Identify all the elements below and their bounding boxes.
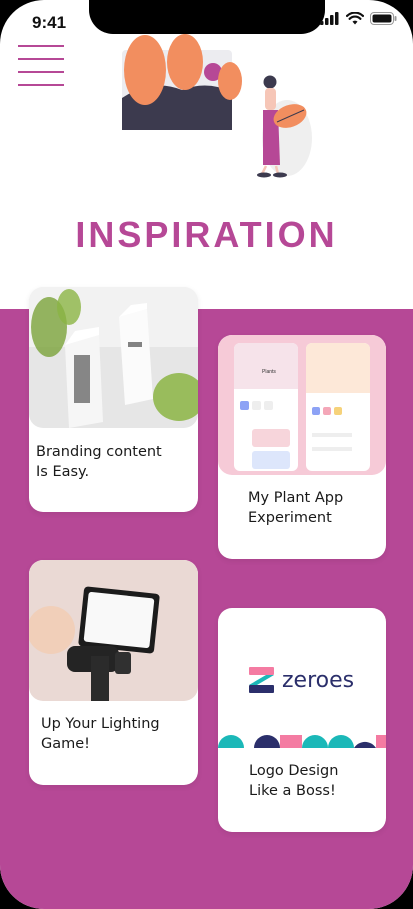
menu-line-icon (18, 71, 64, 73)
card-label: Branding content Is Easy. (36, 444, 162, 480)
wifi-icon (346, 12, 364, 25)
card-label: Up Your Lighting Game! (41, 716, 160, 752)
zeroes-logo: zeroes (249, 667, 354, 693)
card-image (29, 287, 198, 428)
cellular-signal-icon (320, 12, 339, 25)
logo-pattern-strip (218, 735, 386, 748)
phone-screen: 9:41 INSPIRATION Branding content Is Eas… (0, 0, 413, 909)
app-screen-left: Plants (234, 343, 298, 471)
app-screen-right (306, 343, 370, 471)
card-lighting[interactable]: Up Your Lighting Game! (29, 560, 198, 785)
menu-line-icon (18, 84, 64, 86)
card-image (29, 560, 198, 701)
battery-icon (370, 12, 397, 25)
card-label: My Plant App Experiment (248, 490, 344, 526)
card-plant-app[interactable]: Plants My Plant App Experiment (218, 335, 386, 559)
hero-illustration (122, 34, 312, 178)
card-logo-design[interactable]: zeroes Logo Design Like a Boss! (218, 608, 386, 832)
page-title: INSPIRATION (75, 214, 338, 255)
card-label: Logo Design Like a Boss! (249, 763, 339, 799)
status-time: 9:41 (32, 13, 67, 32)
menu-line-icon (18, 58, 64, 60)
menu-line-icon (18, 45, 64, 47)
hamburger-menu-button[interactable] (18, 45, 64, 87)
card-branding[interactable]: Branding content Is Easy. (29, 287, 198, 512)
card-image: Plants (218, 335, 386, 475)
zeroes-logo-text: zeroes (282, 667, 355, 693)
status-icons (320, 12, 397, 25)
zeroes-logo-icon (249, 667, 274, 693)
app-screen-title: Plants (262, 369, 276, 375)
